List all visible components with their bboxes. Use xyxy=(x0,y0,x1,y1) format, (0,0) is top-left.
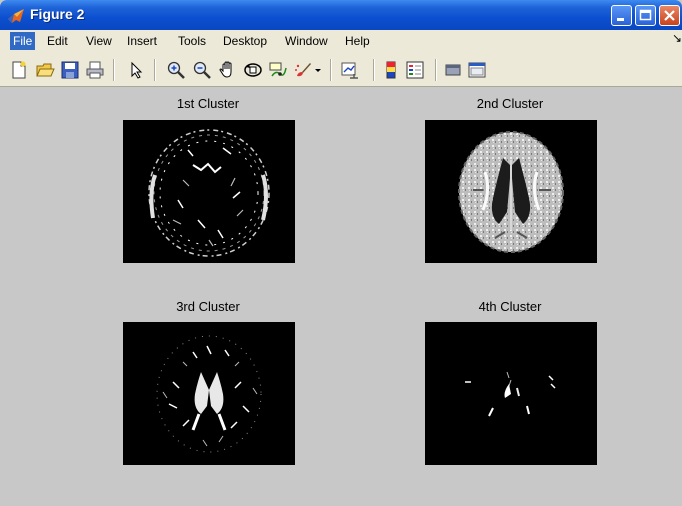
window-title: Figure 2 xyxy=(30,6,85,22)
open-file-icon[interactable] xyxy=(35,60,55,80)
menu-file[interactable]: File xyxy=(10,32,36,50)
show-plot-tools-icon[interactable] xyxy=(467,60,487,80)
edit-plot-arrow-icon[interactable] xyxy=(127,60,147,80)
brain-slice-image-1 xyxy=(148,129,270,257)
save-icon[interactable] xyxy=(60,60,80,80)
menu-desktop[interactable]: Desktop xyxy=(220,32,270,50)
axes-1st-cluster[interactable] xyxy=(123,120,295,263)
minimize-button[interactable] xyxy=(611,5,632,26)
toolbar-separator xyxy=(330,59,332,81)
maximize-button[interactable] xyxy=(635,5,656,26)
insert-colorbar-icon[interactable] xyxy=(381,60,401,80)
brush-icon[interactable] xyxy=(293,60,313,80)
zoom-out-icon[interactable] xyxy=(192,60,212,80)
pan-hand-icon[interactable] xyxy=(218,60,238,80)
figure-toolbar xyxy=(0,52,682,87)
print-icon[interactable] xyxy=(85,60,105,80)
subplot-title-1: 1st Cluster xyxy=(176,96,240,111)
toolbar-separator xyxy=(154,59,156,81)
subplot-title-3: 3rd Cluster xyxy=(176,299,240,314)
brain-slice-image-2 xyxy=(458,131,564,253)
matlab-logo-icon xyxy=(8,9,24,23)
link-plot-icon[interactable] xyxy=(340,60,360,80)
menu-tools[interactable]: Tools xyxy=(175,32,209,50)
minimize-icon xyxy=(617,18,624,21)
brain-slice-image-4 xyxy=(465,371,556,417)
toolbar-separator xyxy=(373,59,375,81)
new-figure-icon[interactable] xyxy=(9,60,29,80)
data-cursor-icon[interactable] xyxy=(268,60,288,80)
subplot-title-2: 2nd Cluster xyxy=(476,96,544,111)
menu-insert[interactable]: Insert xyxy=(124,32,160,50)
close-icon xyxy=(664,10,675,21)
menu-help[interactable]: Help xyxy=(342,32,373,50)
menu-window[interactable]: Window xyxy=(282,32,331,50)
rotate-3d-icon[interactable] xyxy=(243,60,263,80)
menu-edit[interactable]: Edit xyxy=(44,32,71,50)
axes-4th-cluster[interactable] xyxy=(425,322,597,465)
toolbar-separator xyxy=(435,59,437,81)
zoom-in-icon[interactable] xyxy=(166,60,186,80)
chevron-down-icon[interactable] xyxy=(313,60,323,80)
insert-legend-icon[interactable] xyxy=(405,60,425,80)
toolbar-separator xyxy=(113,59,115,81)
menu-bar: File Edit View Insert Tools Desktop Wind… xyxy=(0,30,682,52)
brain-slice-image-3 xyxy=(156,335,262,453)
subplot-title-4: 4th Cluster xyxy=(478,299,542,314)
title-bar[interactable]: Figure 2 xyxy=(0,0,682,30)
menu-view[interactable]: View xyxy=(83,32,115,50)
close-button[interactable] xyxy=(659,5,680,26)
hide-plot-tools-icon[interactable] xyxy=(443,60,463,80)
axes-2nd-cluster[interactable] xyxy=(425,120,597,263)
maximize-icon xyxy=(639,9,652,21)
axes-3rd-cluster[interactable] xyxy=(123,322,295,465)
menu-dock-arrow-icon[interactable]: ↘ xyxy=(672,31,682,45)
